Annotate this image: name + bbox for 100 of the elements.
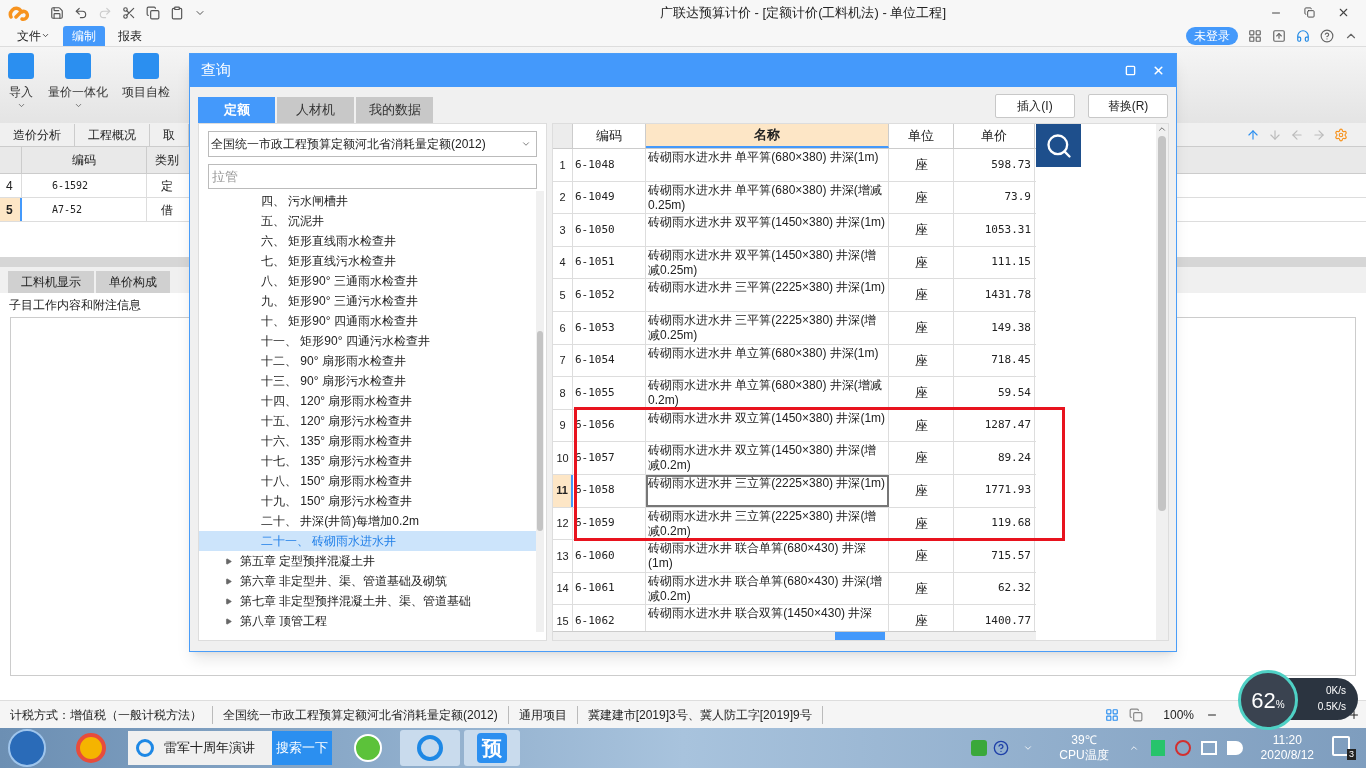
ribbon-button[interactable]: 导入 xyxy=(8,53,34,110)
menu-tab[interactable]: 报表 xyxy=(109,25,151,46)
move-up-icon[interactable] xyxy=(1246,128,1260,142)
detail-tab[interactable]: 单价构成 xyxy=(96,271,170,293)
status-item: 冀建建市[2019]3号、冀人防工字[2019]9号 xyxy=(577,705,823,724)
tree-item[interactable]: 四、 污水闸槽井 xyxy=(199,191,536,211)
column-header[interactable]: 类别 xyxy=(147,147,187,173)
help-icon[interactable] xyxy=(993,740,1010,756)
tab[interactable]: 人材机 xyxy=(277,97,354,123)
start-button[interactable] xyxy=(8,729,46,767)
close-icon[interactable] xyxy=(1337,6,1350,19)
expand-icon[interactable] xyxy=(225,577,232,585)
grid-icon[interactable] xyxy=(1248,28,1262,43)
move-right-icon[interactable] xyxy=(1312,128,1326,142)
tree-item[interactable]: 第八章 顶管工程 xyxy=(240,612,328,630)
expand-icon[interactable] xyxy=(225,597,232,605)
undo-icon[interactable] xyxy=(74,5,88,20)
app-icon[interactable] xyxy=(76,733,106,763)
table-cell: 座 xyxy=(889,214,954,246)
splitter-handle[interactable] xyxy=(834,632,885,640)
ribbon-button[interactable]: 量价一体化 xyxy=(48,53,108,110)
tree-item[interactable]: 九、 矩形90° 三通污水检查井 xyxy=(199,291,536,311)
browser-icon[interactable] xyxy=(354,734,382,762)
settings-icon[interactable] xyxy=(1334,128,1348,142)
save-icon[interactable] xyxy=(50,5,64,20)
tree-item[interactable]: 第六章 非定型井、渠、管道基础及砌筑 xyxy=(240,572,448,590)
caret-icon[interactable] xyxy=(1023,743,1034,753)
split-view-icon[interactable] xyxy=(1129,707,1144,722)
view-tab[interactable]: 造价分析 xyxy=(0,124,75,146)
upload-icon[interactable] xyxy=(1272,28,1286,43)
tree-item[interactable]: 十九、 150° 扇形污水检查井 xyxy=(199,491,536,511)
status-item: 计税方式：增值税（一般计税方法） xyxy=(0,705,213,724)
tree-item[interactable]: 第五章 定型预拌混凝土井 xyxy=(240,552,376,570)
tree-item[interactable]: 六、 矩形直线雨水检查井 xyxy=(199,231,536,251)
scroll-up-icon[interactable] xyxy=(1157,124,1167,134)
redo-icon[interactable] xyxy=(98,5,112,20)
detail-tab[interactable]: 工料机显示 xyxy=(8,271,94,293)
table-cell: 砖砌雨水进水井 双平箅(1450×380) 井深(增减0.25m) xyxy=(646,246,889,279)
tree-item[interactable]: 十、 矩形90° 四通雨水检查井 xyxy=(199,311,536,331)
row-number: 4 xyxy=(553,246,573,279)
menu-tab[interactable]: 文件 xyxy=(8,25,59,46)
view-tab[interactable]: 工程概况 xyxy=(75,124,150,146)
table-cell: 6-1054 xyxy=(573,344,646,377)
row-number: 7 xyxy=(553,344,573,377)
table-cell: 座 xyxy=(889,311,954,344)
tree-item[interactable]: 十三、 90° 扇形污水检查井 xyxy=(199,371,536,391)
copy-icon[interactable] xyxy=(146,5,160,20)
section-title: 子目工作内容和附注信息 xyxy=(9,297,141,314)
table-cell: 62.32 xyxy=(954,572,1035,605)
expand-icon[interactable] xyxy=(225,557,232,565)
tree-item[interactable]: 十五、 120° 扇形污水检查井 xyxy=(199,411,536,431)
search-button[interactable] xyxy=(1036,124,1081,167)
tree-item[interactable]: 第七章 非定型预拌混凝土井、渠、管道基础 xyxy=(240,592,472,610)
table-cell: 座 xyxy=(889,442,954,474)
maximize-icon[interactable] xyxy=(1125,65,1136,76)
tree-item[interactable]: 五、 沉泥井 xyxy=(199,211,536,231)
tree-item[interactable]: 十一、 矩形90° 四通污水检查井 xyxy=(199,331,536,351)
table-cell: 6-1050 xyxy=(573,214,646,246)
tree-item[interactable]: 十四、 120° 扇形雨水检查井 xyxy=(199,391,536,411)
row-number: 6 xyxy=(553,311,573,344)
tree-item[interactable]: 八、 矩形90° 三通雨水检查井 xyxy=(199,271,536,291)
taskbar-button[interactable] xyxy=(400,730,460,766)
upload-speed: 0K/s xyxy=(1326,684,1346,698)
ribbon-button[interactable]: 项目自检 xyxy=(122,53,170,101)
move-down-icon[interactable] xyxy=(1268,128,1282,142)
tree-item[interactable]: 十八、 150° 扇形雨水检查井 xyxy=(199,471,536,491)
tree-item[interactable]: 七、 矩形直线污水检查井 xyxy=(199,251,536,271)
help-icon[interactable] xyxy=(1320,28,1334,43)
scrollbar[interactable] xyxy=(1156,124,1168,640)
column-header[interactable]: 名称 xyxy=(646,124,889,148)
table-cell: 砖砌雨水进水井 单平箅(680×380) 井深(增减0.25m) xyxy=(646,181,889,214)
layout-icon[interactable] xyxy=(1105,707,1120,722)
dialog-button[interactable]: 插入(I) xyxy=(995,94,1075,118)
search-icon xyxy=(1044,131,1073,160)
tree-item[interactable]: 二十、 井深(井筒)每增加0.2m xyxy=(199,511,536,531)
scrollbar[interactable] xyxy=(536,191,544,632)
search-field[interactable]: 拉管 xyxy=(208,164,537,189)
library-dropdown[interactable]: 全国统一市政工程预算定额河北省消耗量定额(2012) xyxy=(208,131,537,157)
row-number: 11 xyxy=(553,474,573,507)
table-cell: 1053.31 xyxy=(954,214,1035,246)
tree-item[interactable]: 十六、 135° 扇形雨水检查井 xyxy=(199,431,536,451)
tree-item[interactable]: 十七、 135° 扇形污水检查井 xyxy=(199,451,536,471)
row-number: 12 xyxy=(553,507,573,540)
column-header[interactable]: 单价 xyxy=(954,124,1035,148)
dialog-button[interactable]: 替换(R) xyxy=(1088,94,1168,118)
column-header[interactable]: 单位 xyxy=(889,124,954,148)
restore-icon[interactable] xyxy=(1304,7,1315,18)
tab[interactable]: 我的数据 xyxy=(356,97,433,123)
column-header[interactable]: 编码 xyxy=(22,147,147,173)
tray-expand-icon[interactable] xyxy=(1128,743,1139,753)
cut-icon[interactable] xyxy=(122,5,136,20)
table-cell: 座 xyxy=(889,474,954,507)
move-left-icon[interactable] xyxy=(1290,128,1304,142)
tree-item[interactable]: 十二、 90° 扇形雨水检查井 xyxy=(199,351,536,371)
dropdown-caret-icon xyxy=(521,139,531,149)
table-cell: 73.9 xyxy=(954,181,1035,214)
status-item: 全国统一市政工程预算定额河北省消耗量定额(2012) xyxy=(213,705,509,724)
headset-icon[interactable] xyxy=(1296,28,1310,43)
expand-icon[interactable] xyxy=(225,617,232,625)
paste-icon[interactable] xyxy=(170,5,184,20)
